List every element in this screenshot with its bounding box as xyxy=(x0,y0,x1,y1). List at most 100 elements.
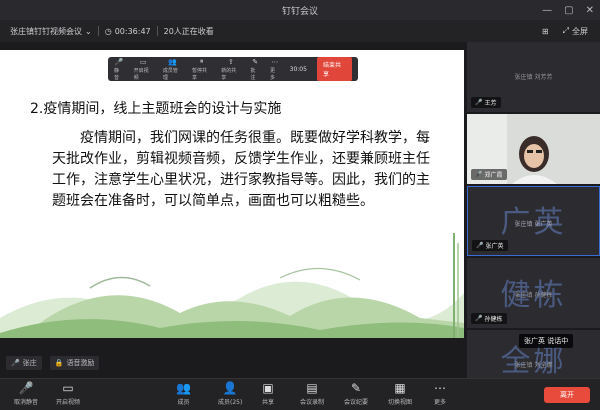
switch-view-label: 切换视图 xyxy=(388,399,413,406)
tile-center-name: 张庄镇 张广英 xyxy=(514,221,553,228)
maximize-button[interactable]: ▢ xyxy=(564,5,573,16)
meeting-timer: ◷ 00:36:47 xyxy=(105,27,151,36)
share-video-button[interactable]: ▭ 开启视频 xyxy=(134,58,153,81)
people-icon: 👥 xyxy=(176,381,191,395)
fullscreen-label: 全屏 xyxy=(572,26,588,36)
slide-title: 2.疫情期间，线上主题班会的设计与实施 xyxy=(30,101,282,117)
camera-icon: ▭ xyxy=(139,57,147,66)
stop-share-button[interactable]: 结束共享 xyxy=(316,57,352,81)
infobar-right: ⊞ ⤢ 全屏 xyxy=(542,20,588,42)
presenter-lock-badge: 🔒 语音激励 xyxy=(49,356,100,370)
video-button[interactable]: ▭ 开启视频 xyxy=(56,381,81,407)
minutes-button[interactable]: ✎ 会议纪要 xyxy=(344,381,369,407)
attendee-count: 20人正在收看 xyxy=(163,26,214,36)
mic-icon: 🎤 xyxy=(18,381,34,395)
share-icon: ⇪ xyxy=(227,57,234,66)
speaking-indicator: 张广英 说话中 xyxy=(519,334,574,348)
tile-name: 孙健栋 xyxy=(484,316,503,323)
chevron-down-icon: ⌄ xyxy=(85,26,92,36)
window-controls: — ▢ ✕ xyxy=(542,0,594,20)
minutes-label: 会议纪要 xyxy=(344,399,369,406)
pen-icon: ✎ xyxy=(350,381,362,395)
lock-icon: 🔒 xyxy=(54,359,64,367)
people-icon: 👥 xyxy=(168,57,177,66)
tile-center-name: 张庄镇 孙健栋 xyxy=(514,292,553,299)
switch-view-button[interactable]: ▦ 切换视图 xyxy=(388,381,413,407)
meeting-time: 00:36:47 xyxy=(114,26,151,36)
presenter-mic-badge: 🎤 张庄 xyxy=(6,356,42,370)
divider xyxy=(156,26,158,36)
more-icon: ⋯ xyxy=(434,381,446,395)
share-new-button[interactable]: ⇪ 新的共享 xyxy=(221,58,240,81)
share-pause-button[interactable]: ⏸ 暂停共享 xyxy=(192,57,211,81)
tile-name: 王芳 xyxy=(484,100,497,107)
tile-label: 🎤 王芳 xyxy=(471,97,501,108)
grid-icon: ▦ xyxy=(394,381,406,395)
share-video-label: 开启视频 xyxy=(133,67,149,81)
share-timer: 30:05 xyxy=(289,65,307,73)
tile-center-name: 张庄镇 刘全娜 xyxy=(514,362,553,369)
video-label: 开启视频 xyxy=(56,399,81,406)
members-button[interactable]: 👥 成员 xyxy=(176,381,191,407)
tile-center-name: 张庄镇 刘芳芳 xyxy=(514,74,553,81)
share-more-button[interactable]: ⋯ 更多 xyxy=(270,58,280,81)
share-button[interactable]: ▣ 共享 xyxy=(262,382,275,407)
person-icon: 👤 xyxy=(222,381,238,395)
mic-icon: 🎤 xyxy=(114,57,124,66)
record-label: 会议录制 xyxy=(300,399,325,406)
more-icon: ⋯ xyxy=(271,57,279,66)
participants-button[interactable]: 👤 成员(25) xyxy=(218,381,242,407)
share-members-button[interactable]: 👥 成员管理 xyxy=(163,58,182,81)
mic-icon: 🎤 xyxy=(475,171,483,178)
share-new-label: 新的共享 xyxy=(221,67,237,81)
presenter-label: 张庄 xyxy=(22,359,37,367)
mountain-illustration xyxy=(0,228,464,338)
mute-button[interactable]: 🎤 取消静音 xyxy=(14,381,39,407)
camera-icon: ▭ xyxy=(62,381,74,395)
meeting-toolbar: 🎤 取消静音 ▭ 开启视频 👥 成员 👤 成员(25) ▣ 共享 ▤ 会议录制 ✎ 会议纪要 … xyxy=(0,378,600,410)
share-toolbar: 🎤 静音 ▭ 开启视频 👥 成员管理 ⏸ 暂停共享 ⇪ 新的共享 ✎ 批注 ⋯ 更多 30:0… xyxy=(108,57,358,81)
members-label: 成员 xyxy=(177,399,190,406)
screen-share-area: 🎤 静音 ▭ 开启视频 👥 成员管理 ⏸ 暂停共享 ⇪ 新的共享 ✎ 批注 ⋯ 更多 30:0… xyxy=(0,50,464,338)
divider xyxy=(97,26,99,36)
pen-icon: ✎ xyxy=(252,57,259,66)
record-icon: ▤ xyxy=(306,381,318,395)
participant-tile[interactable]: 张庄镇 刘芳芳 🎤 王芳 xyxy=(467,42,600,112)
fullscreen-icon: ⤢ xyxy=(562,26,569,35)
slide-body: 疫情期间，我们网课的任务很重。既要做好学科教学，每天批改作业，剪辑视频音频，反馈… xyxy=(52,130,430,209)
tile-label: 🎤 张广英 xyxy=(472,240,508,251)
tile-name: 张广英 xyxy=(485,243,504,250)
layout-icon[interactable]: ⊞ xyxy=(542,27,549,36)
mute-label: 取消静音 xyxy=(14,399,39,406)
window-title: 钉钉会议 xyxy=(281,6,318,17)
share-label: 共享 xyxy=(262,399,275,406)
participant-sidebar: 张庄镇 刘芳芳 🎤 王芳 🎤 郑广霞 广英 张庄镇 张广英 🎤 张广英 健栋 张… xyxy=(467,42,600,378)
share-annotate-label: 批注 xyxy=(250,67,256,81)
share-mute-button[interactable]: 🎤 静音 xyxy=(114,58,124,81)
clock-icon: ◷ xyxy=(104,26,112,36)
record-button[interactable]: ▤ 会议录制 xyxy=(300,381,325,407)
participant-tile[interactable]: 健栋 张庄镇 孙健栋 🎤 孙健栋 xyxy=(467,258,600,328)
mic-icon: 🎤 xyxy=(11,359,20,367)
share-members-label: 成员管理 xyxy=(162,67,178,81)
minimize-button[interactable]: — xyxy=(542,5,552,16)
share-more-label: 更多 xyxy=(270,67,276,81)
participant-tile-active[interactable]: 广英 张庄镇 张广英 🎤 张广英 xyxy=(467,186,600,256)
more-button[interactable]: ⋯ 更多 xyxy=(434,381,447,407)
presenter-extra: 语音激励 xyxy=(66,359,95,367)
mic-icon: 🎤 xyxy=(476,242,484,249)
mic-icon: 🎤 xyxy=(475,99,483,106)
close-button[interactable]: ✕ xyxy=(586,5,594,16)
tile-label: 🎤 郑广霞 xyxy=(471,169,507,180)
participant-tile-video[interactable]: 🎤 郑广霞 xyxy=(467,114,600,184)
fullscreen-button[interactable]: ⤢ 全屏 xyxy=(563,26,588,37)
tile-name: 郑广霞 xyxy=(484,172,503,179)
mic-icon: 🎤 xyxy=(475,315,483,322)
meeting-infobar: 张庄镇钉钉视频会议 ⌄ ◷ 00:36:47 20人正在收看 ⊞ ⤢ 全屏 xyxy=(0,20,600,42)
share-mute-label: 静音 xyxy=(114,67,120,81)
pause-icon: ⏸ xyxy=(199,57,204,65)
share-annotate-button[interactable]: ✎ 批注 xyxy=(250,58,260,81)
meeting-title-dropdown[interactable]: 张庄镇钉钉视频会议 ⌄ xyxy=(10,26,92,37)
more-label: 更多 xyxy=(434,399,447,406)
leave-button[interactable]: 离开 xyxy=(544,387,590,403)
